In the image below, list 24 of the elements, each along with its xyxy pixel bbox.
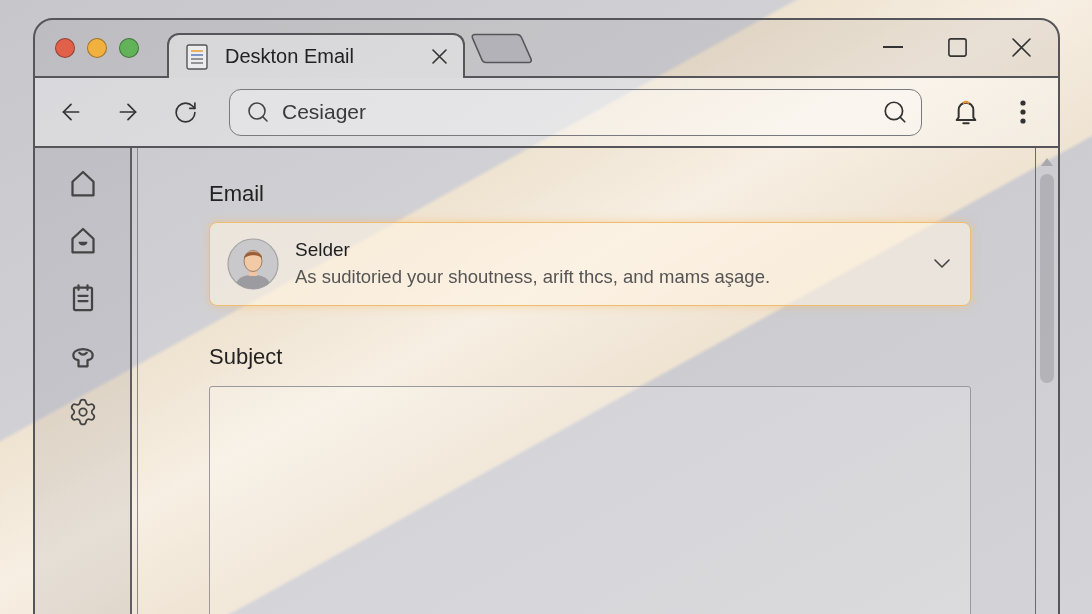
close-window-icon[interactable] bbox=[55, 38, 75, 58]
document-icon bbox=[186, 43, 208, 70]
close-icon bbox=[1011, 37, 1031, 57]
subject-label: Subject bbox=[209, 343, 283, 370]
zoom-window-icon[interactable] bbox=[119, 38, 139, 58]
empty-tab-icon[interactable] bbox=[471, 32, 533, 64]
chevron-down-icon[interactable] bbox=[934, 259, 950, 269]
maximize-icon bbox=[947, 37, 967, 57]
minimize-icon bbox=[883, 46, 903, 48]
subject-field[interactable] bbox=[209, 385, 971, 614]
recipient-name: Selder bbox=[295, 239, 350, 262]
more-icon bbox=[1020, 100, 1026, 124]
search-icon bbox=[246, 100, 270, 124]
recipient-card[interactable]: Selder As suditoried your shoutness, arift thcs, and mams aşage. bbox=[209, 222, 971, 306]
bell-icon bbox=[953, 98, 979, 126]
message-preview: As suditoried your shoutness, arift thcs, and mams aşage. bbox=[295, 266, 771, 289]
scrollbar-thumb[interactable] bbox=[1040, 174, 1054, 383]
reload-icon bbox=[172, 99, 198, 125]
address-field[interactable]: Cesiager bbox=[229, 88, 922, 136]
search-icon[interactable] bbox=[882, 99, 908, 125]
browser-tab[interactable]: Deskton Email bbox=[167, 33, 465, 78]
email-label: Email bbox=[209, 181, 264, 207]
avatar-icon bbox=[227, 237, 279, 290]
close-icon bbox=[431, 49, 447, 64]
